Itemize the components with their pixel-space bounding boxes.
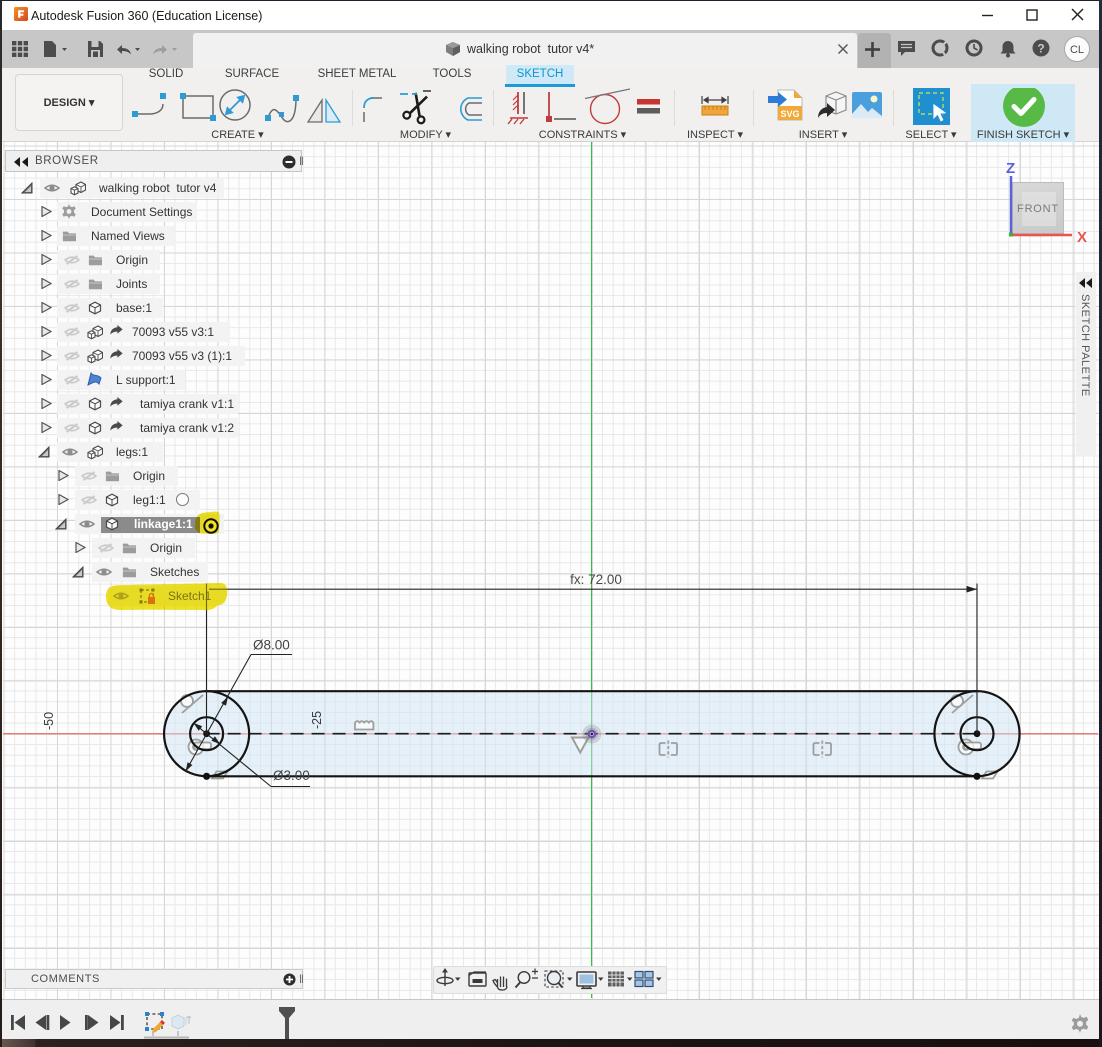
- svg-text:?: ?: [1037, 42, 1044, 56]
- svg-text:X: X: [1077, 229, 1087, 246]
- svg-text:Z: Z: [1006, 160, 1015, 177]
- svg-text:SVG: SVG: [780, 109, 799, 119]
